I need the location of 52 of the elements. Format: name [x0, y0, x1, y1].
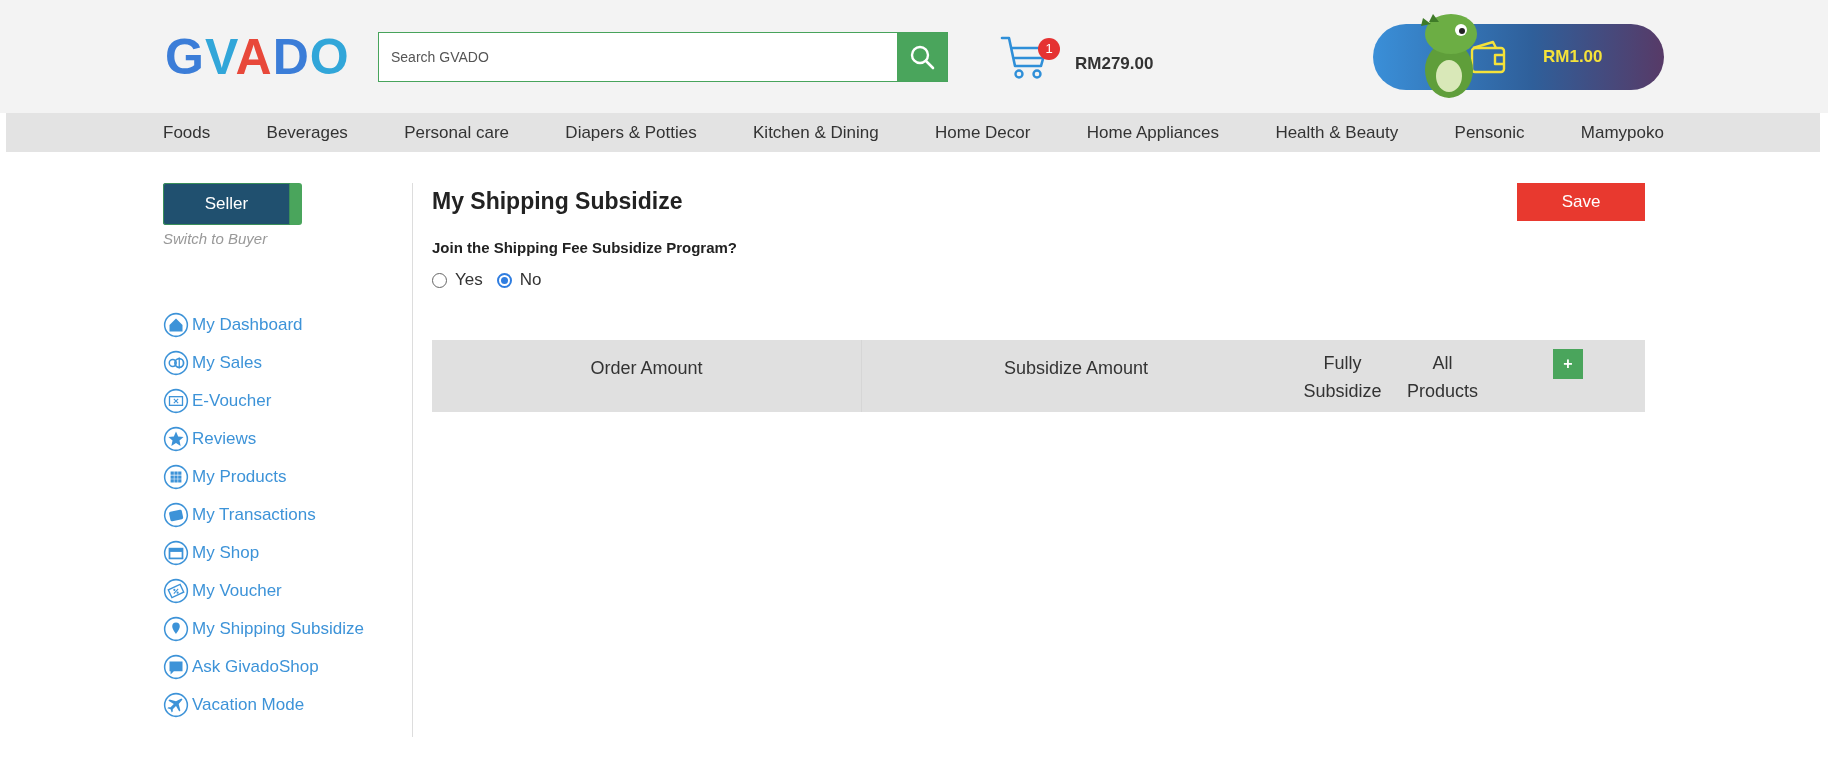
save-button[interactable]: Save [1517, 183, 1645, 221]
chat-bubble-icon [163, 654, 189, 680]
column-header: Order Amount [432, 340, 862, 412]
switch-to-buyer-link[interactable]: Switch to Buyer [163, 230, 268, 247]
category-link[interactable]: Diapers & Potties [565, 122, 697, 143]
sidebar-menu-link[interactable]: My Shop [192, 543, 260, 563]
category-link[interactable]: Home Decor [935, 122, 1031, 143]
category-link[interactable]: Home Appliances [1086, 122, 1220, 143]
question-label: Join the Shipping Fee Subsidize Program? [432, 239, 739, 256]
sidebar-menu-link[interactable]: My Sales [192, 353, 262, 373]
wallet-balance: RM1.00 [1543, 46, 1603, 67]
radio-button[interactable] [496, 272, 512, 288]
category-link[interactable]: Health & Beauty [1275, 122, 1399, 143]
column-header: Fully Subsidize [1302, 352, 1383, 403]
ticket-icon [163, 388, 189, 414]
sidebar-menu-link[interactable]: My Products [192, 467, 287, 487]
sidebar-menu-link[interactable]: My Dashboard [192, 315, 303, 335]
sidebar-menu-link[interactable]: Ask GivadoShop [192, 657, 319, 677]
storefront-icon [163, 540, 189, 566]
percent-ticket-icon [163, 578, 189, 604]
radio-label: No [519, 270, 542, 290]
radio-button[interactable] [432, 272, 447, 288]
wallet-icon [1469, 39, 1507, 74]
sidebar-menu-link[interactable]: My Transactions [192, 505, 316, 525]
grid-icon [163, 464, 189, 490]
category-link[interactable]: Foods [163, 122, 211, 143]
column-header: All Products [1405, 352, 1479, 403]
radio-label: Yes [455, 270, 483, 290]
sidebar-menu-link[interactable]: E-Voucher [192, 391, 272, 411]
category-link[interactable]: Beverages [266, 122, 348, 143]
home-icon [163, 312, 189, 338]
cart-count-badge: 1 [1038, 37, 1060, 60]
dollar-coins-icon [163, 350, 189, 376]
search-button[interactable] [897, 32, 947, 81]
search-icon [909, 43, 935, 70]
logo[interactable]: GVADO [165, 31, 378, 82]
seller-button[interactable]: Seller [163, 183, 302, 225]
airplane-icon [163, 692, 189, 718]
sidebar-menu-link[interactable]: My Shipping Subsidize [192, 619, 364, 639]
category-link[interactable]: Kitchen & Dining [753, 122, 879, 143]
sidebar-menu-link[interactable]: My Voucher [192, 581, 282, 601]
column-header: Subsidize Amount [1002, 357, 1150, 380]
location-pin-icon [163, 616, 189, 642]
page-title: My Shipping Subsidize [432, 188, 683, 215]
category-link[interactable]: Personal care [404, 122, 510, 143]
sidebar-menu-link[interactable]: Vacation Mode [192, 695, 305, 715]
cart-total: RM279.00 [1075, 53, 1154, 74]
category-link[interactable]: Mamypoko [1580, 122, 1664, 143]
wallet-icon [163, 502, 189, 528]
category-link[interactable]: Pensonic [1454, 122, 1525, 143]
add-row-button[interactable]: + [1553, 349, 1583, 379]
sidebar-menu-link[interactable]: Reviews [192, 429, 257, 449]
